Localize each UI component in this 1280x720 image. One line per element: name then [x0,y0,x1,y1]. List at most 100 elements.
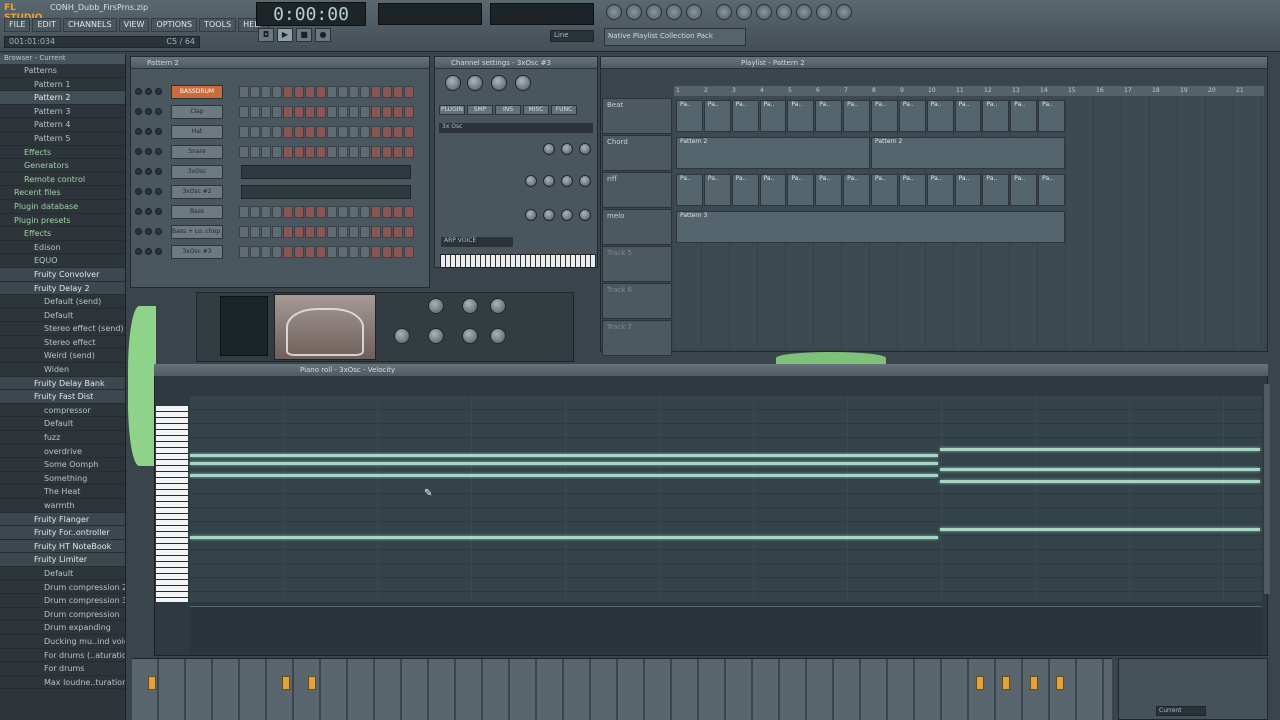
channel-name-button[interactable]: 3xOsc #2 [171,185,223,199]
playlist-clip[interactable]: Pa.. [676,100,703,132]
step-button[interactable] [283,126,293,138]
channel-name-button[interactable]: Snare [171,145,223,159]
step-button[interactable] [261,106,271,118]
step-button[interactable] [404,226,414,238]
step-button[interactable] [272,226,282,238]
channel-led[interactable] [135,128,142,135]
step-button[interactable] [404,206,414,218]
piano-note[interactable] [940,480,1260,484]
step-button[interactable] [272,146,282,158]
channel-led[interactable] [155,208,162,215]
browser-item[interactable]: Ducking mu..ind voice [0,635,125,649]
mixer-fader[interactable] [1030,676,1038,690]
browser-item[interactable]: Drum expanding [0,621,125,635]
step-button[interactable] [294,206,304,218]
song-time-display[interactable]: 0:00:00 [256,2,366,26]
step-button[interactable] [239,206,249,218]
channel-led[interactable] [155,108,162,115]
channel-led[interactable] [145,168,152,175]
playlist-clip[interactable]: Pa.. [843,100,870,132]
step-button[interactable] [261,86,271,98]
step-button[interactable] [250,146,260,158]
step-button[interactable] [283,206,293,218]
channel-led[interactable] [155,128,162,135]
playlist-track-header[interactable]: Track 7 [602,320,672,356]
step-button[interactable] [283,146,293,158]
channel-led[interactable] [145,248,152,255]
playlist-clip[interactable]: Pa.. [1038,100,1065,132]
playlist-clip[interactable]: Pattern 3 [676,211,1065,243]
browser-item[interactable]: Fruity Flanger [0,512,125,527]
step-button[interactable] [327,146,337,158]
step-button[interactable] [250,206,260,218]
step-button[interactable] [316,106,326,118]
step-button[interactable] [294,146,304,158]
playlist-clip[interactable]: Pa.. [871,100,898,132]
playlist-clip[interactable]: Pa.. [676,174,703,206]
plugin-icon[interactable] [816,4,832,20]
step-button[interactable] [294,226,304,238]
browser-item[interactable]: For drums (..aturation) [0,649,125,663]
browser-item[interactable]: Default [0,417,125,432]
step-button[interactable] [393,206,403,218]
step-button[interactable] [338,106,348,118]
playlist-clip[interactable]: Pa.. [731,100,759,132]
step-button[interactable] [294,246,304,258]
playlist-clip[interactable]: Pattern 2 [871,137,1065,169]
app-logo[interactable]: FL STUDIO [4,3,48,23]
browser-item[interactable]: Pattern 3 [0,105,125,119]
step-button[interactable] [261,246,271,258]
step-button[interactable] [272,246,282,258]
browser-item[interactable]: fuzz [0,431,125,445]
channel-name-button[interactable]: 3xOsc #3 [171,245,223,259]
pianoroll-window-icon[interactable] [646,4,662,20]
step-button[interactable] [371,206,381,218]
browser-item[interactable]: compressor [0,404,125,418]
browser-item[interactable]: Stereo effect (send) [0,322,125,336]
pitch-knob[interactable] [491,75,507,91]
browser-item[interactable]: Drum compression 3 [0,594,125,608]
step-button[interactable] [239,226,249,238]
fx-knob[interactable] [515,75,531,91]
channel-name-button[interactable]: BASSDRUM [171,85,223,99]
play-button[interactable]: ▶ [277,28,293,42]
piano-note[interactable] [940,527,1260,531]
osc3-knob[interactable] [525,209,537,221]
step-button[interactable] [338,226,348,238]
plugin-icon[interactable] [836,4,852,20]
channel-led[interactable] [135,208,142,215]
playlist-clip[interactable]: Pa.. [871,174,898,206]
step-button[interactable] [305,206,315,218]
browser-item[interactable]: Weird (send) [0,349,125,364]
osc3-knob[interactable] [579,209,591,221]
step-button[interactable] [349,86,359,98]
mixer-fader[interactable] [308,676,316,690]
playlist-clip[interactable]: Pa.. [815,100,843,132]
playlist-window-icon[interactable] [606,4,622,20]
mixer-fader[interactable] [282,676,290,690]
playlist-clip[interactable]: Pa.. [843,174,870,206]
osc1-knob[interactable] [543,143,555,155]
stop-button[interactable]: ■ [296,28,312,42]
step-button[interactable] [338,126,348,138]
step-button[interactable] [349,126,359,138]
step-button[interactable] [305,86,315,98]
channel-led[interactable] [145,128,152,135]
step-button[interactable] [305,146,315,158]
playlist-track-header[interactable]: Track 6 [602,283,672,319]
plugin-knob[interactable] [490,298,506,314]
piano-keys[interactable] [156,406,188,602]
step-button[interactable] [404,126,414,138]
step-button[interactable] [272,126,282,138]
browser-item[interactable]: Effects [0,227,125,241]
step-button[interactable] [371,126,381,138]
browser-item[interactable]: Recent files [0,186,125,200]
playlist-track-header[interactable]: riff [602,172,672,208]
step-button[interactable] [382,86,392,98]
step-button[interactable] [239,106,249,118]
channel-name-button[interactable]: Bass [171,205,223,219]
browser-item[interactable]: Effects [0,146,125,160]
browser-item[interactable]: EQUO [0,254,125,268]
osc2-knob[interactable] [525,175,537,187]
plugin-icon[interactable] [736,4,752,20]
